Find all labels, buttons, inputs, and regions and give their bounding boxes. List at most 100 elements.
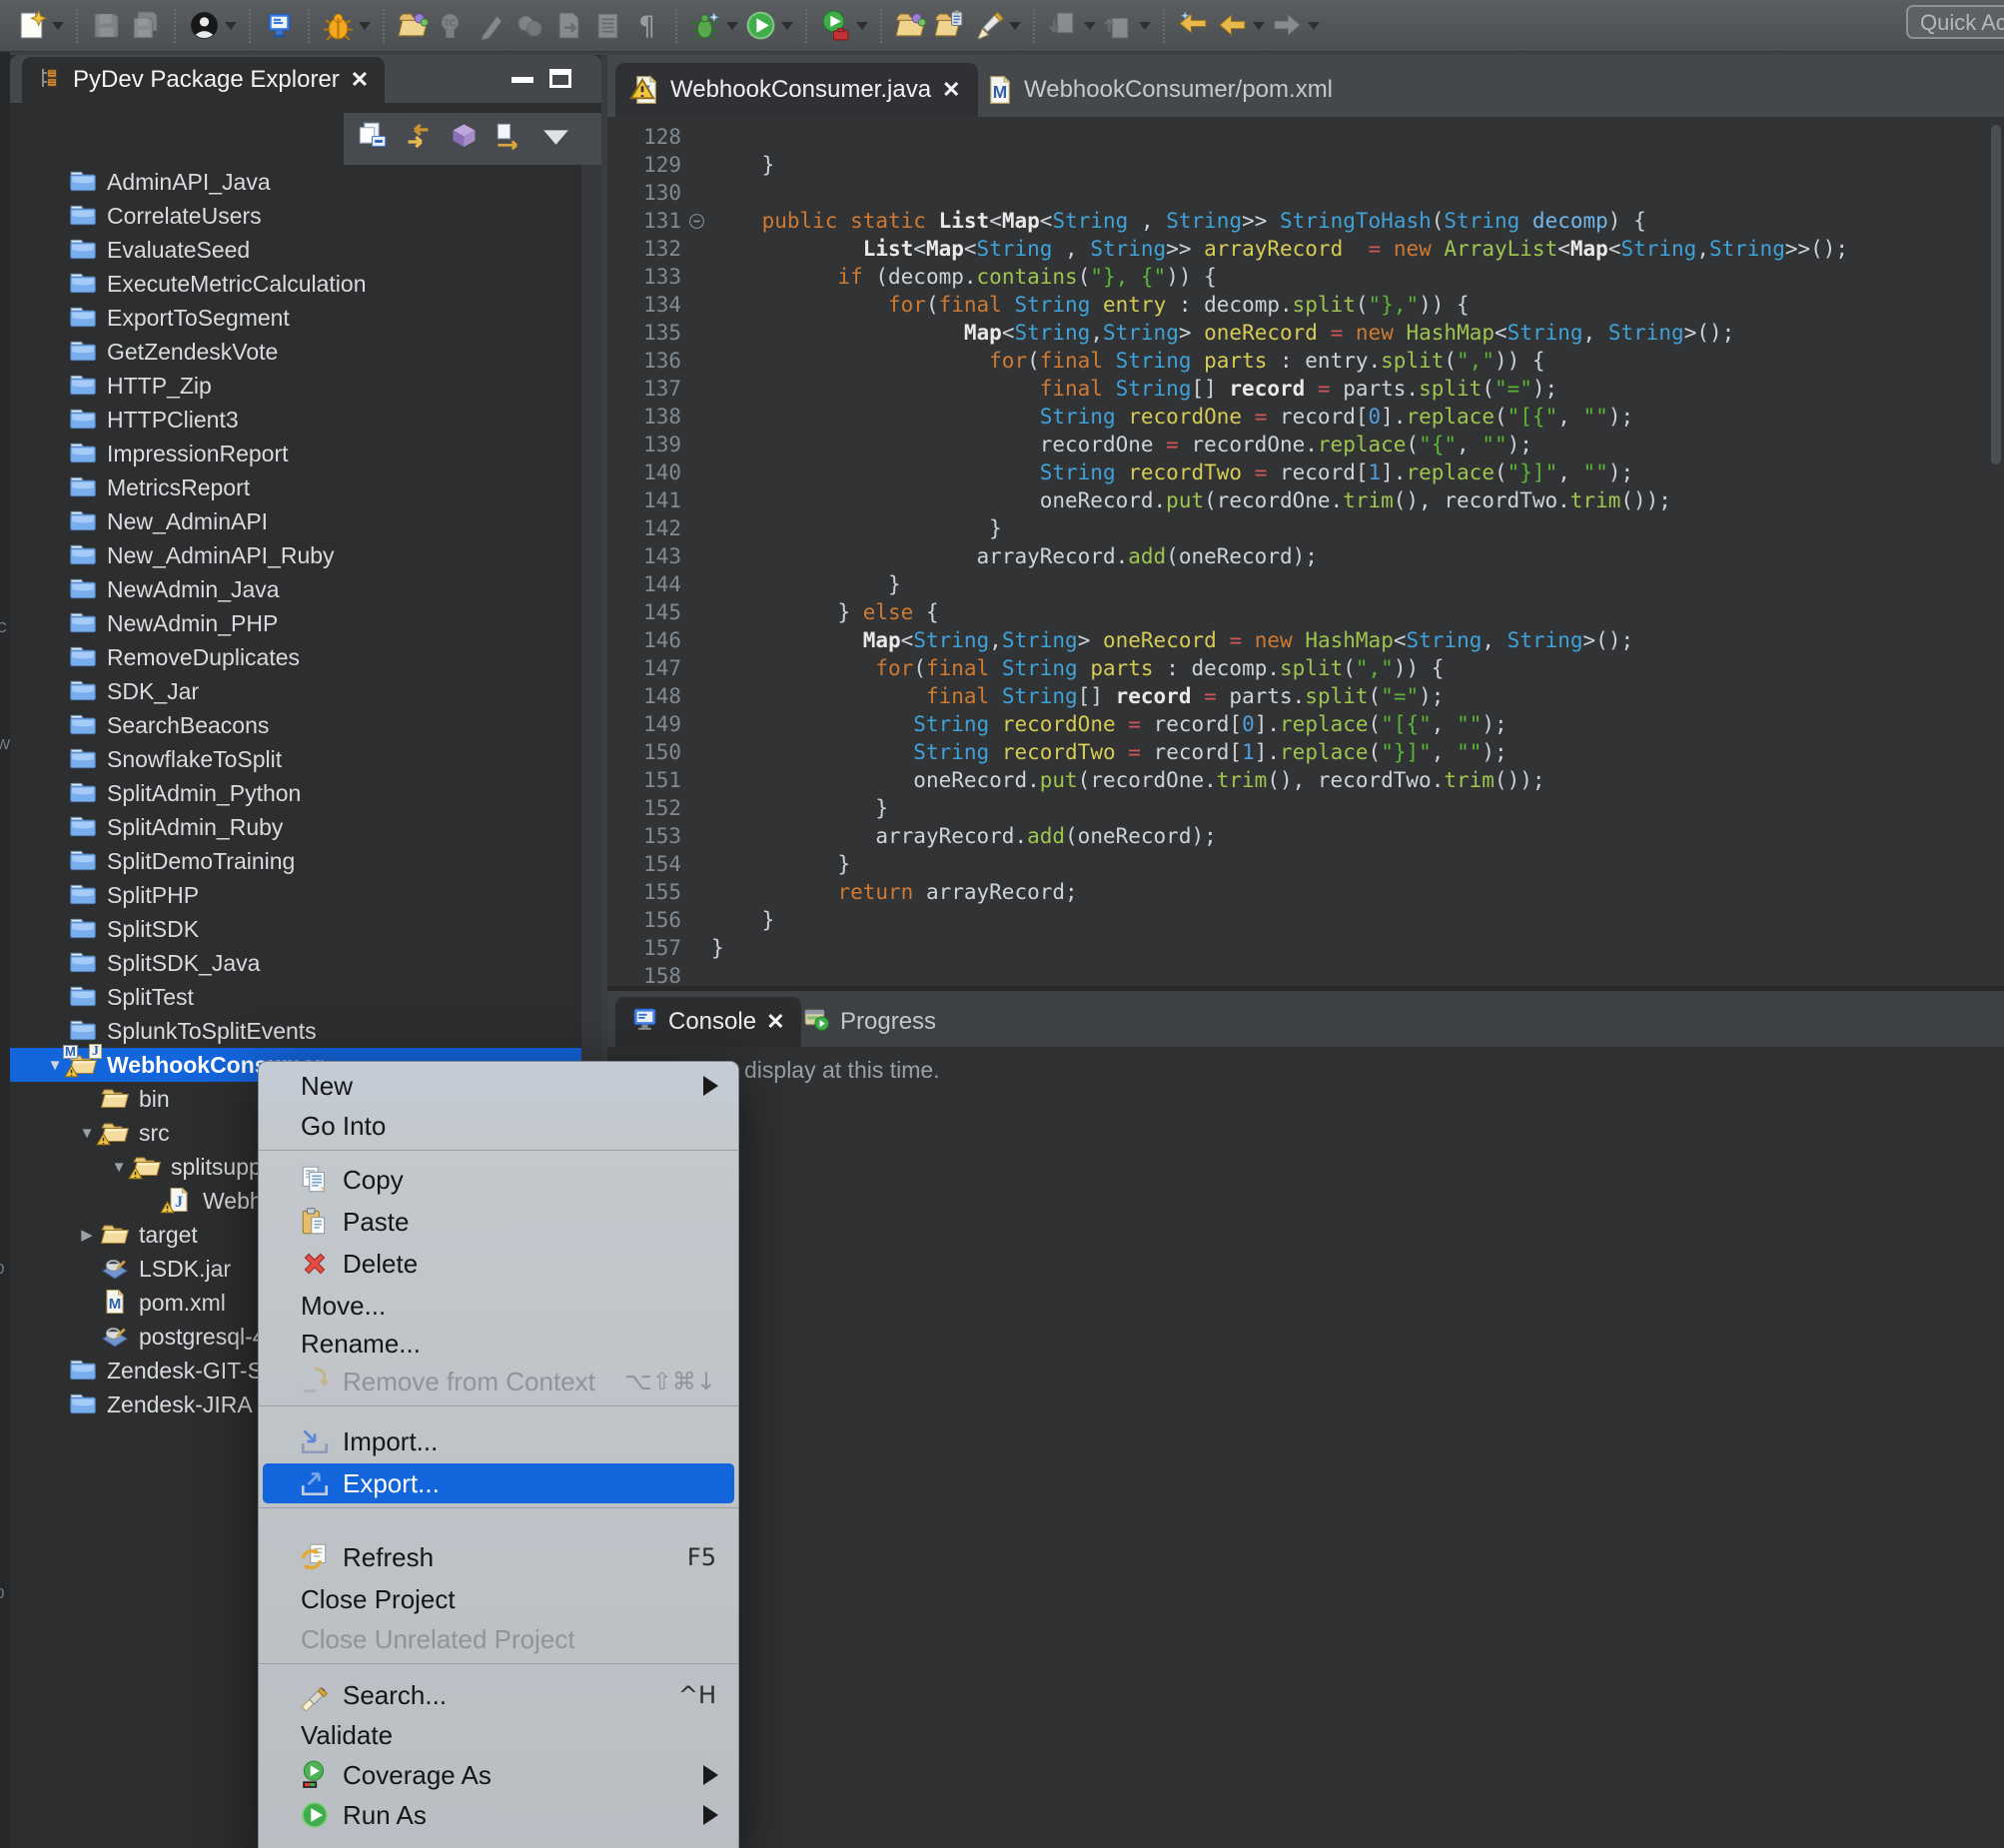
- menu-item-go-into[interactable]: Go Into: [263, 1106, 734, 1146]
- maximize-button[interactable]: [549, 69, 571, 88]
- dropdown-arrow-icon[interactable]: [1084, 22, 1096, 30]
- tree-item-impressionreport[interactable]: ImpressionReport: [10, 437, 601, 470]
- dropdown-arrow-icon[interactable]: [856, 22, 868, 30]
- tree-item-adminapi-java[interactable]: AdminAPI_Java: [10, 165, 601, 199]
- close-icon[interactable]: ✕: [766, 1009, 784, 1035]
- tree-item-httpclient3[interactable]: HTTPClient3: [10, 403, 601, 437]
- dropdown-arrow-icon[interactable]: [1308, 22, 1320, 30]
- toolbar-folder-task-button[interactable]: [892, 5, 929, 47]
- sidebar-view-menu-button[interactable]: [539, 120, 572, 158]
- editor-scrollbar-thumb[interactable]: [1991, 125, 2001, 464]
- toolbar-orange-bug-button[interactable]: [320, 5, 373, 47]
- tree-item-splitsdk-java[interactable]: SplitSDK_Java: [10, 946, 601, 980]
- toolbar-pilcrow-button[interactable]: ¶: [628, 5, 665, 47]
- toolbar-gray-doc-arrow-button[interactable]: [550, 5, 587, 47]
- tree-item-removeduplicates[interactable]: RemoveDuplicates: [10, 640, 601, 674]
- menu-item-validate[interactable]: Validate: [263, 1715, 734, 1755]
- menu-item-remove-from-context[interactable]: Remove from Context⌥⇧⌘↓: [263, 1362, 734, 1401]
- menu-item-close-project[interactable]: Close Project: [263, 1579, 734, 1619]
- toolbar-run-circle-button[interactable]: [742, 5, 795, 47]
- toolbar-gray-masks-button[interactable]: [511, 5, 548, 47]
- toolbar-gray-doc-grid-button[interactable]: [589, 5, 626, 47]
- tree-item-new-adminapi[interactable]: New_AdminAPI: [10, 504, 601, 538]
- menu-item-export[interactable]: Export...: [263, 1463, 734, 1503]
- tree-item-newadmin-java[interactable]: NewAdmin_Java: [10, 572, 601, 606]
- sidebar-package-button[interactable]: [448, 120, 481, 158]
- tree-item-metricsreport[interactable]: MetricsReport: [10, 470, 601, 504]
- toolbar-export-gray-button[interactable]: [1100, 5, 1153, 47]
- tree-item-splitadmin-ruby[interactable]: SplitAdmin_Ruby: [10, 810, 601, 844]
- toolbar-new-wizard-button[interactable]: [13, 5, 66, 47]
- tree-item-splitsdk[interactable]: SplitSDK: [10, 912, 601, 946]
- tree-item-new-adminapi-ruby[interactable]: New_AdminAPI_Ruby: [10, 538, 601, 572]
- toolbar-save-all-button[interactable]: [127, 5, 164, 47]
- tree-item-exporttosegment[interactable]: ExportToSegment: [10, 301, 601, 335]
- tree-item-splunktosplitevents[interactable]: SplunkToSplitEvents: [10, 1014, 601, 1048]
- tree-item-sdk-jar[interactable]: SDK_Jar: [10, 674, 601, 708]
- menu-item-search[interactable]: Search...^H: [263, 1675, 734, 1715]
- menu-item-coverage-as[interactable]: Coverage As: [263, 1755, 734, 1795]
- dropdown-arrow-icon[interactable]: [359, 22, 371, 30]
- toolbar-gray-pen-button[interactable]: [473, 5, 509, 47]
- menu-item-move[interactable]: Move...: [263, 1286, 734, 1326]
- fold-collapse-icon[interactable]: [681, 207, 711, 235]
- dropdown-arrow-icon[interactable]: [781, 22, 793, 30]
- tree-expand-icon[interactable]: ▶: [74, 1226, 100, 1244]
- console-tab-console[interactable]: Console✕: [615, 997, 801, 1047]
- tree-item-evaluateseed[interactable]: EvaluateSeed: [10, 233, 601, 267]
- tree-item-splitdemotraining[interactable]: SplitDemoTraining: [10, 844, 601, 878]
- toolbar-back-gold-button[interactable]: [1214, 5, 1267, 47]
- sidebar-collapse-button[interactable]: [356, 120, 389, 158]
- menu-item-copy[interactable]: Copy: [263, 1160, 734, 1200]
- tree-item-splitphp[interactable]: SplitPHP: [10, 878, 601, 912]
- toolbar-coverage-run-button[interactable]: [817, 5, 870, 47]
- menu-item-new[interactable]: New: [263, 1066, 734, 1106]
- sidebar-swap-button[interactable]: [402, 120, 435, 158]
- editor-tab-webhookconsumer-pom-xml[interactable]: MWebhookConsumer/pom.xml: [969, 63, 1351, 117]
- dropdown-arrow-icon[interactable]: [52, 22, 64, 30]
- dropdown-arrow-icon[interactable]: [225, 22, 237, 30]
- tree-item-correlateusers[interactable]: CorrelateUsers: [10, 199, 601, 233]
- editor-tab-webhookconsumer-java[interactable]: JWebhookConsumer.java✕: [615, 63, 978, 117]
- console-tab-progress[interactable]: Progress: [787, 997, 952, 1047]
- quick-access-box[interactable]: Quick Ac: [1906, 5, 2004, 39]
- tree-item-splitadmin-python[interactable]: SplitAdmin_Python: [10, 776, 601, 810]
- menu-item-rename[interactable]: Rename...: [263, 1324, 734, 1364]
- tree-item-getzendeskvote[interactable]: GetZendeskVote: [10, 335, 601, 369]
- menu-item-delete[interactable]: Delete: [263, 1244, 734, 1284]
- tree-item-searchbeacons[interactable]: SearchBeacons: [10, 708, 601, 742]
- menu-item-close-unrelated-project[interactable]: Close Unrelated Project: [263, 1619, 734, 1659]
- menu-item-paste[interactable]: Paste: [263, 1202, 734, 1242]
- toolbar-folder-clipboard-button[interactable]: [931, 5, 968, 47]
- toolbar-marker-pen-button[interactable]: [970, 5, 1023, 47]
- toolbar-save-button[interactable]: [88, 5, 125, 47]
- sidebar-link-button[interactable]: [494, 120, 526, 158]
- toolbar-gray-cam-button[interactable]: TC: [434, 5, 471, 47]
- toolbar-back-star-button[interactable]: [1175, 5, 1212, 47]
- close-icon[interactable]: ✕: [351, 67, 369, 93]
- tree-item-splittest[interactable]: SplitTest: [10, 980, 601, 1014]
- menu-separator: [259, 1663, 738, 1664]
- dropdown-arrow-icon[interactable]: [1139, 22, 1151, 30]
- close-icon[interactable]: ✕: [942, 77, 960, 103]
- menu-item-run-as[interactable]: Run As: [263, 1795, 734, 1835]
- tab-pydev-package-explorer[interactable]: PyDev Package Explorer ✕: [22, 57, 385, 103]
- menu-item-refresh[interactable]: RefreshF5: [263, 1537, 734, 1577]
- code-area[interactable]: 128129 }130131 public static List<Map<St…: [607, 117, 2004, 986]
- minimize-button[interactable]: [511, 77, 533, 83]
- tree-item-snowflaketosplit[interactable]: SnowflakeToSplit: [10, 742, 601, 776]
- toolbar-import-gray-button[interactable]: [1045, 5, 1098, 47]
- fold-gutter: [681, 179, 711, 207]
- toolbar-profile-button[interactable]: [186, 5, 239, 47]
- dropdown-arrow-icon[interactable]: [726, 22, 738, 30]
- tree-item-newadmin-php[interactable]: NewAdmin_PHP: [10, 606, 601, 640]
- dropdown-arrow-icon[interactable]: [1253, 22, 1265, 30]
- toolbar-debug-bug-button[interactable]: [687, 5, 740, 47]
- dropdown-arrow-icon[interactable]: [1009, 22, 1021, 30]
- toolbar-forward-gray-button[interactable]: [1269, 5, 1322, 47]
- toolbar-folder-task-button[interactable]: [395, 5, 432, 47]
- toolbar-remote-monitor-button[interactable]: [261, 5, 298, 47]
- tree-item-http-zip[interactable]: HTTP_Zip: [10, 369, 601, 403]
- menu-item-import[interactable]: Import...: [263, 1421, 734, 1461]
- tree-item-executemetriccalculation[interactable]: ExecuteMetricCalculation: [10, 267, 601, 301]
